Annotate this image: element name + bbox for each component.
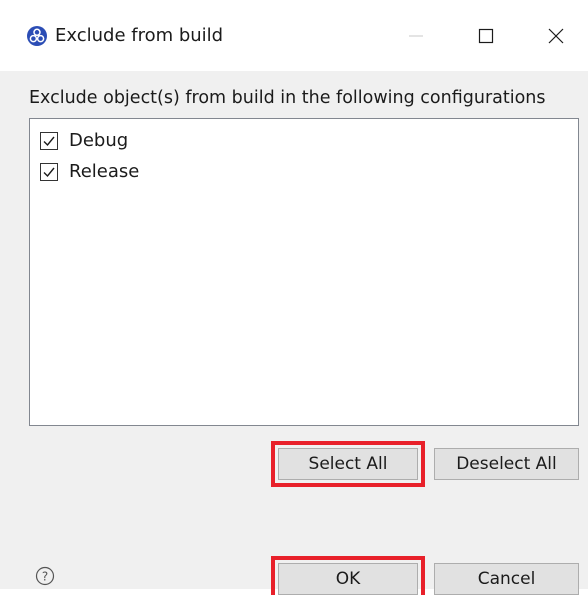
close-icon xyxy=(548,28,564,43)
debug-checkbox[interactable] xyxy=(40,132,58,150)
debug-label: Debug xyxy=(69,130,129,151)
exclude-from-build-dialog: Exclude from build Exclude object(s) fro… xyxy=(0,0,588,595)
select-all-button[interactable]: Select All xyxy=(271,441,425,487)
window-title: Exclude from build xyxy=(55,25,224,46)
minimize-icon xyxy=(409,35,423,36)
title-bar[interactable]: Exclude from build xyxy=(0,0,588,71)
checkmark-icon xyxy=(43,167,55,178)
maximize-icon xyxy=(478,28,494,43)
maximize-button[interactable] xyxy=(456,0,516,71)
release-checkbox[interactable] xyxy=(40,163,58,181)
list-item-release[interactable]: Release xyxy=(40,159,139,185)
svg-text:?: ? xyxy=(42,570,48,584)
cancel-button[interactable]: Cancel xyxy=(434,563,579,595)
close-button[interactable] xyxy=(526,0,586,71)
checkmark-icon xyxy=(43,136,55,147)
instruction-text: Exclude object(s) from build in the foll… xyxy=(29,88,546,108)
release-label: Release xyxy=(69,161,140,182)
minimize-button[interactable] xyxy=(386,0,446,71)
deselect-all-button[interactable]: Deselect All xyxy=(434,448,579,480)
app-logo-icon xyxy=(27,26,47,46)
configurations-list[interactable]: Debug Release xyxy=(29,118,579,426)
help-icon[interactable]: ? xyxy=(35,566,55,586)
ok-button[interactable]: OK xyxy=(271,556,425,595)
list-item-debug[interactable]: Debug xyxy=(40,128,128,154)
